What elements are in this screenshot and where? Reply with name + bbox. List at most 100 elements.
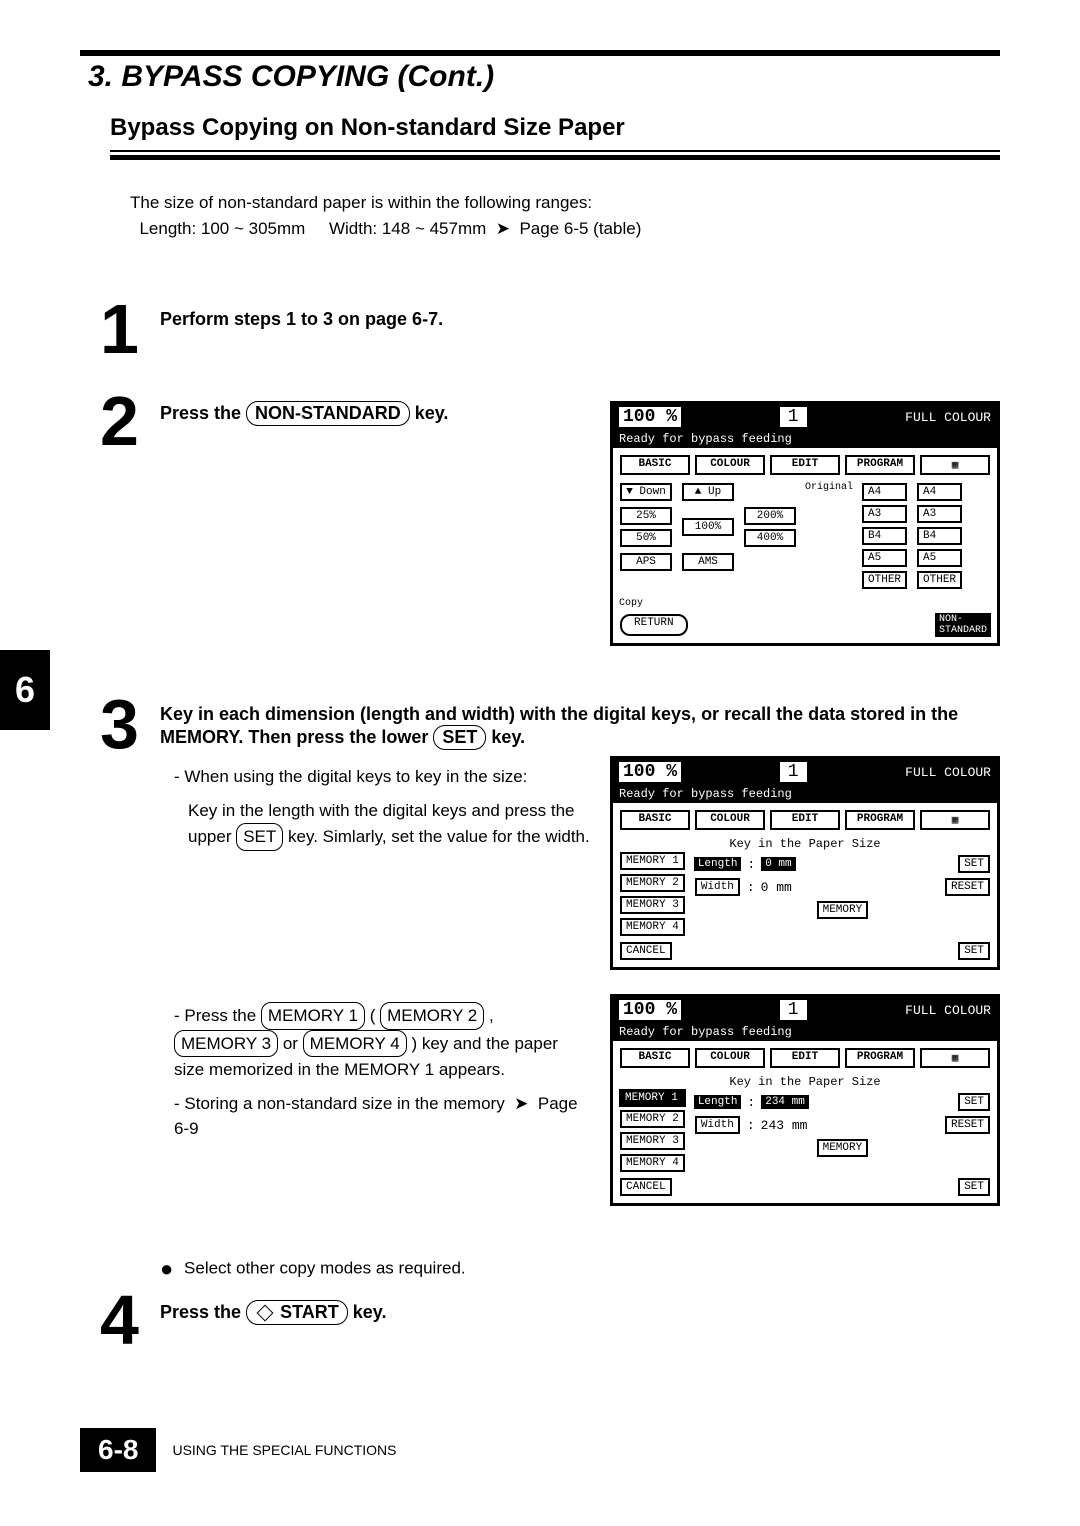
zoom-display: 100 % bbox=[619, 1000, 681, 1020]
tab-extra-icon[interactable]: ▦ bbox=[920, 455, 990, 475]
prompt-text: Key in the Paper Size bbox=[619, 1075, 991, 1089]
lcd-screen-c: 100 % 1 FULL COLOUR Ready for bypass fee… bbox=[610, 994, 1000, 1206]
step-1: 1 Perform steps 1 to 3 on page 6-7. bbox=[100, 301, 1000, 357]
size-a3-copy[interactable]: A3 bbox=[917, 505, 962, 523]
length-value: 234 mm bbox=[761, 1095, 809, 1109]
tab-colour[interactable]: COLOUR bbox=[695, 1048, 765, 1068]
prompt-text: Key in the Paper Size bbox=[619, 837, 991, 851]
tab-colour[interactable]: COLOUR bbox=[695, 810, 765, 830]
copy-count: 1 bbox=[780, 762, 807, 782]
set-lower-button[interactable]: SET bbox=[958, 1178, 990, 1196]
zoom-200-button[interactable]: 200% bbox=[744, 507, 796, 525]
size-a4-original[interactable]: A4 bbox=[862, 483, 907, 501]
step3-sub2a: - Press the MEMORY 1 ( MEMORY 2 , MEMORY… bbox=[174, 1002, 590, 1083]
reset-button[interactable]: RESET bbox=[945, 878, 990, 896]
step-number: 2 bbox=[100, 393, 160, 449]
set-upper-button[interactable]: SET bbox=[958, 855, 990, 873]
length-value: 0 mm bbox=[761, 857, 795, 871]
tab-program[interactable]: PROGRAM bbox=[845, 810, 915, 830]
tab-basic[interactable]: BASIC bbox=[620, 455, 690, 475]
tab-program[interactable]: PROGRAM bbox=[845, 1048, 915, 1068]
copy-label: Copy bbox=[619, 598, 643, 609]
page-number: 6-8 bbox=[80, 1428, 156, 1472]
zoom-display: 100 % bbox=[619, 407, 681, 427]
memory-button[interactable]: MEMORY bbox=[817, 1139, 869, 1157]
width-value: 243 mm bbox=[761, 1118, 808, 1133]
memory-button[interactable]: MEMORY bbox=[817, 901, 869, 919]
memory2-key[interactable]: MEMORY 2 bbox=[380, 1002, 484, 1030]
set-lower-button[interactable]: SET bbox=[958, 942, 990, 960]
start-key[interactable]: START bbox=[246, 1300, 348, 1325]
size-a5-copy[interactable]: A5 bbox=[917, 549, 962, 567]
lcd-screen-a: 100 % 1 FULL COLOUR Ready for bypass fee… bbox=[610, 401, 1000, 646]
size-b4-copy[interactable]: B4 bbox=[917, 527, 962, 545]
return-button[interactable]: RETURN bbox=[620, 614, 688, 636]
memory2-button[interactable]: MEMORY 2 bbox=[620, 1110, 685, 1128]
tab-basic[interactable]: BASIC bbox=[620, 810, 690, 830]
memory1-key[interactable]: MEMORY 1 bbox=[261, 1002, 365, 1030]
tab-basic[interactable]: BASIC bbox=[620, 1048, 690, 1068]
memory1-button-selected[interactable]: MEMORY 1 bbox=[619, 1089, 686, 1107]
bullet-icon: ● bbox=[160, 1256, 173, 1281]
cancel-button[interactable]: CANCEL bbox=[620, 1178, 672, 1196]
size-a4-copy[interactable]: A4 bbox=[917, 483, 962, 501]
footer-label: USING THE SPECIAL FUNCTIONS bbox=[172, 1442, 396, 1458]
note-text: ● Select other copy modes as required. bbox=[160, 1256, 1000, 1282]
width-label: Width bbox=[695, 1116, 740, 1134]
tab-extra-icon[interactable]: ▦ bbox=[920, 810, 990, 830]
ams-button[interactable]: AMS bbox=[682, 553, 734, 571]
step-number: 1 bbox=[100, 301, 160, 357]
tab-colour[interactable]: COLOUR bbox=[695, 455, 765, 475]
tab-edit[interactable]: EDIT bbox=[770, 810, 840, 830]
diamond-icon bbox=[257, 1305, 274, 1322]
zoom-100-button[interactable]: 100% bbox=[682, 518, 734, 536]
size-a3-original[interactable]: A3 bbox=[862, 505, 907, 523]
zoom-25-button[interactable]: 25% bbox=[620, 507, 672, 525]
set-key-upper[interactable]: SET bbox=[236, 823, 283, 851]
memory1-button[interactable]: MEMORY 1 bbox=[620, 852, 685, 870]
step3-sub1b: Key in the length with the digital keys … bbox=[188, 798, 590, 851]
non-standard-selected[interactable]: NON- STANDARD bbox=[935, 613, 991, 637]
pointer-icon: ➤ bbox=[491, 216, 515, 242]
set-upper-button[interactable]: SET bbox=[958, 1093, 990, 1111]
zoom-50-button[interactable]: 50% bbox=[620, 529, 672, 547]
memory2-button[interactable]: MEMORY 2 bbox=[620, 874, 685, 892]
cancel-button[interactable]: CANCEL bbox=[620, 942, 672, 960]
status-message: Ready for bypass feeding bbox=[613, 785, 997, 803]
size-b4-original[interactable]: B4 bbox=[862, 527, 907, 545]
memory4-key[interactable]: MEMORY 4 bbox=[303, 1030, 407, 1058]
set-key[interactable]: SET bbox=[433, 725, 486, 750]
memory3-button[interactable]: MEMORY 3 bbox=[620, 896, 685, 914]
width-value: 0 mm bbox=[761, 880, 792, 895]
down-button[interactable]: ▼ Down bbox=[620, 483, 672, 501]
memory3-key[interactable]: MEMORY 3 bbox=[174, 1030, 278, 1058]
non-standard-key[interactable]: NON-STANDARD bbox=[246, 401, 410, 426]
up-button[interactable]: ▲ Up bbox=[682, 483, 734, 501]
zoom-display: 100 % bbox=[619, 762, 681, 782]
step3-sub1a: - When using the digital keys to key in … bbox=[174, 764, 590, 790]
chapter-number-sidebar: 6 bbox=[0, 650, 50, 730]
memory3-button[interactable]: MEMORY 3 bbox=[620, 1132, 685, 1150]
tab-edit[interactable]: EDIT bbox=[770, 455, 840, 475]
step-3: 3 Key in each dimension (length and widt… bbox=[100, 696, 1000, 1220]
tab-program[interactable]: PROGRAM bbox=[845, 455, 915, 475]
reset-button[interactable]: RESET bbox=[945, 1116, 990, 1134]
step-2: 2 Press the NON-STANDARD key. 100 % 1 FU… bbox=[100, 393, 1000, 660]
tab-extra-icon[interactable]: ▦ bbox=[920, 1048, 990, 1068]
zoom-400-button[interactable]: 400% bbox=[744, 529, 796, 547]
page-title: 3. BYPASS COPYING (Cont.) bbox=[80, 60, 1000, 94]
tab-edit[interactable]: EDIT bbox=[770, 1048, 840, 1068]
memory4-button[interactable]: MEMORY 4 bbox=[620, 1154, 685, 1172]
step3-text: Key in each dimension (length and width)… bbox=[160, 704, 1000, 750]
colour-mode: FULL COLOUR bbox=[905, 1003, 991, 1018]
aps-button[interactable]: APS bbox=[620, 553, 672, 571]
step2-text: Press the NON-STANDARD key. bbox=[160, 401, 590, 426]
other-original-button[interactable]: OTHER bbox=[862, 571, 907, 589]
other-copy-button[interactable]: OTHER bbox=[917, 571, 962, 589]
intro-text: The size of non-standard paper is within… bbox=[130, 190, 1000, 241]
memory4-button[interactable]: MEMORY 4 bbox=[620, 918, 685, 936]
step3-sub2b: - Storing a non-standard size in the mem… bbox=[174, 1091, 590, 1142]
page-footer: 6-8 USING THE SPECIAL FUNCTIONS bbox=[80, 1428, 1000, 1472]
size-a5-original[interactable]: A5 bbox=[862, 549, 907, 567]
length-label: Length bbox=[694, 857, 742, 871]
